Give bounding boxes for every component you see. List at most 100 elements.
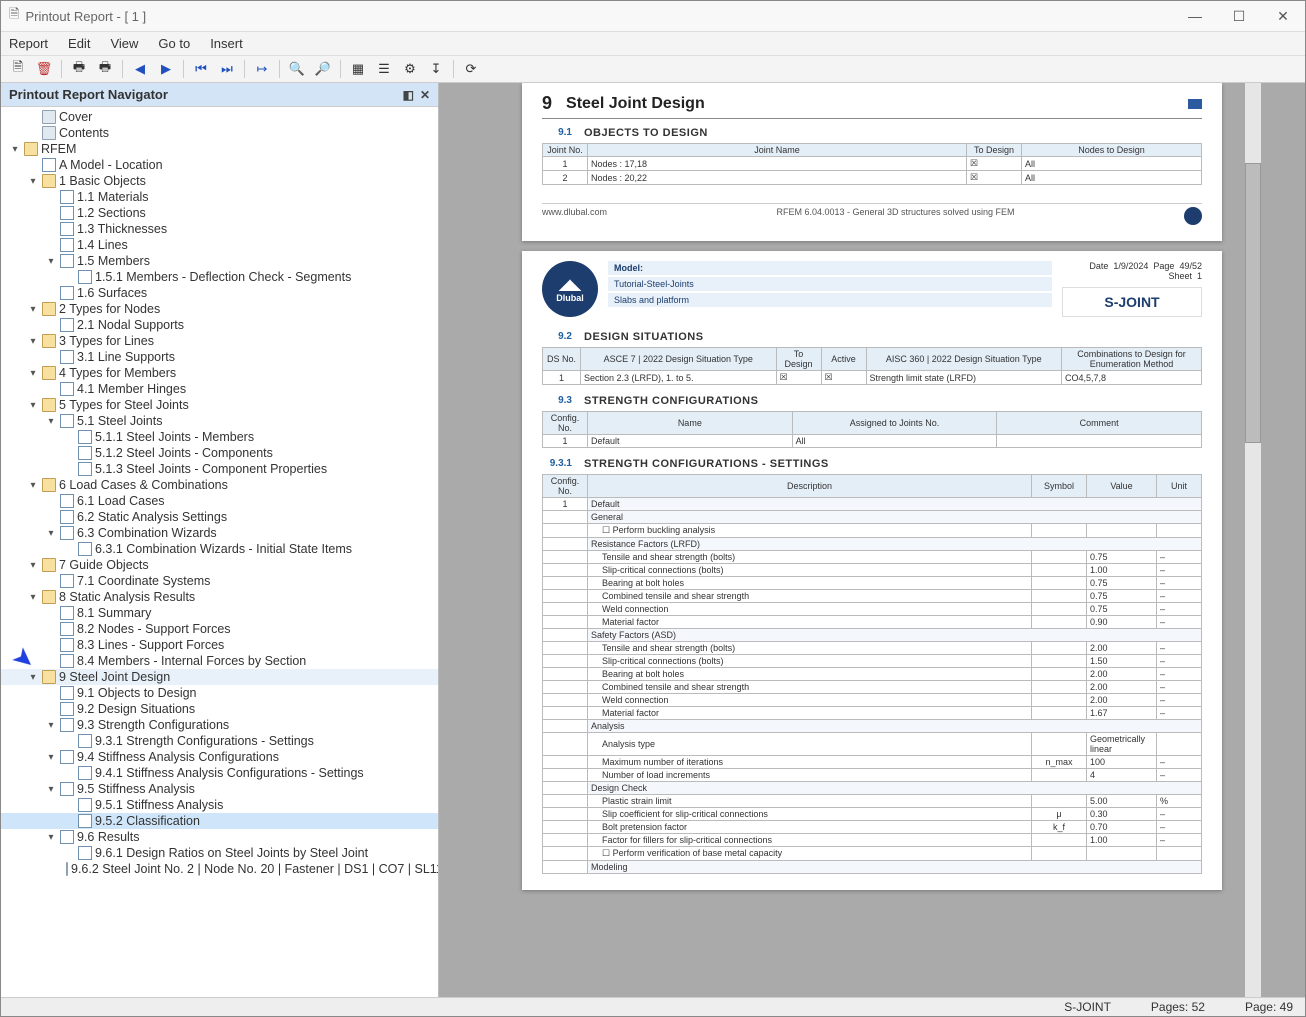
scrollbar[interactable] [1245,83,1261,997]
expand-icon[interactable]: ▾ [27,560,39,571]
tree-item[interactable]: 9.6.1 Design Ratios on Steel Joints by S… [1,845,438,861]
cell: Bolt pretension factor [588,821,1032,834]
tree-item[interactable]: 5.1.3 Steel Joints - Component Propertie… [1,461,438,477]
tree-item[interactable]: ▾RFEM [1,141,438,157]
tree-item[interactable]: ▾1 Basic Objects [1,173,438,189]
preview-area[interactable]: 9 Steel Joint Design 9.1OBJECTS TO DESIG… [439,83,1305,997]
tree-item[interactable]: 5.1.1 Steel Joints - Members [1,429,438,445]
expand-icon[interactable]: ▾ [27,176,39,187]
tree-item[interactable]: 9.5.2 Classification [1,813,438,829]
new-icon[interactable]: 🗎 [7,58,29,80]
table-icon [60,654,74,668]
tree-item[interactable]: ▾9.6 Results [1,829,438,845]
tree-item[interactable]: 8.4 Members - Internal Forces by Section [1,653,438,669]
select-icon[interactable]: ☰ [373,58,395,80]
prev-icon[interactable]: ◀ [129,58,151,80]
tree-item[interactable]: 9.5.1 Stiffness Analysis [1,797,438,813]
expand-icon[interactable]: ▾ [27,336,39,347]
tree-item[interactable]: ▾8 Static Analysis Results [1,589,438,605]
tree-item[interactable]: 1.1 Materials [1,189,438,205]
tree-item[interactable]: 8.3 Lines - Support Forces [1,637,438,653]
menu-insert[interactable]: Insert [210,36,243,51]
tree-item[interactable]: ▾9.4 Stiffness Analysis Configurations [1,749,438,765]
tree-item[interactable]: 9.4.1 Stiffness Analysis Configurations … [1,765,438,781]
expand-icon[interactable]: ▾ [45,720,57,731]
expand-icon[interactable]: ▾ [27,672,39,683]
tree-item[interactable]: 1.5.1 Members - Deflection Check - Segme… [1,269,438,285]
dock-icon[interactable]: ◧ [403,88,414,102]
refresh-icon[interactable]: ⟳ [460,58,482,80]
tree-item[interactable]: ▾5.1 Steel Joints [1,413,438,429]
expand-icon[interactable]: ▾ [27,480,39,491]
tree-item[interactable]: 4.1 Member Hinges [1,381,438,397]
menu-goto[interactable]: Go to [158,36,190,51]
last-icon[interactable]: ⏭ [216,58,238,80]
expand-icon[interactable]: ▾ [45,416,57,427]
tree-item[interactable]: ▾3 Types for Lines [1,333,438,349]
print-multi-icon[interactable]: 🖶 [94,58,116,80]
print-icon[interactable]: 🖶 [68,58,90,80]
tree-item[interactable]: 7.1 Coordinate Systems [1,573,438,589]
tree-item[interactable]: ▾ 7 Guide Objects [1,557,438,573]
tree-item[interactable]: 5.1.2 Steel Joints - Components [1,445,438,461]
tree-label: 5.1.1 Steel Joints - Members [95,430,254,444]
first-icon[interactable]: ⏮ [190,58,212,80]
close-panel-icon[interactable]: ✕ [420,88,430,102]
navigator-tree[interactable]: CoverContents▾RFEMA Model - Location▾1 B… [1,107,438,997]
tree-item[interactable]: ▾1.5 Members [1,253,438,269]
tree-item[interactable]: 8.1 Summary [1,605,438,621]
export-icon[interactable]: ↧ [425,58,447,80]
zoom-in-icon[interactable]: 🔍 [286,58,308,80]
page-layout-icon[interactable]: ▦ [347,58,369,80]
expand-icon[interactable]: ▾ [9,144,21,155]
tree-item[interactable]: ▾6.3 Combination Wizards [1,525,438,541]
tree-item[interactable]: 6.3.1 Combination Wizards - Initial Stat… [1,541,438,557]
tree-item[interactable]: ▾5 Types for Steel Joints [1,397,438,413]
tree-item[interactable]: 6.2 Static Analysis Settings [1,509,438,525]
tree-item[interactable]: 1.3 Thicknesses [1,221,438,237]
next-icon[interactable]: ▶ [155,58,177,80]
expand-icon[interactable]: ▾ [45,528,57,539]
expand-icon[interactable]: ▾ [45,256,57,267]
maximize-button[interactable]: ☐ [1225,8,1253,25]
tree-item[interactable]: 1.2 Sections [1,205,438,221]
expand-icon[interactable]: ▾ [45,752,57,763]
menu-view[interactable]: View [110,36,138,51]
minimize-button[interactable]: — [1181,8,1209,25]
tree-item[interactable]: 9.3.1 Strength Configurations - Settings [1,733,438,749]
expand-icon[interactable]: ▾ [45,832,57,843]
delete-icon[interactable]: 🗑 [33,58,55,80]
expand-icon[interactable]: ▾ [45,784,57,795]
settings-icon[interactable]: ⚙ [399,58,421,80]
tree-item[interactable]: ▾9.3 Strength Configurations [1,717,438,733]
close-button[interactable]: ✕ [1269,8,1297,25]
tree-item[interactable]: 2.1 Nodal Supports [1,317,438,333]
menu-report[interactable]: Report [9,36,48,51]
jump-icon[interactable]: ↦ [251,58,273,80]
tree-item[interactable]: Contents [1,125,438,141]
tree-item[interactable]: ▾9.5 Stiffness Analysis [1,781,438,797]
tree-item[interactable]: A Model - Location [1,157,438,173]
expand-icon[interactable]: ▾ [27,400,39,411]
zoom-out-icon[interactable]: 🔎 [312,58,334,80]
menu-edit[interactable]: Edit [68,36,90,51]
expand-icon[interactable]: ▾ [27,304,39,315]
tree-item[interactable]: 1.4 Lines [1,237,438,253]
tree-item[interactable]: 9.2 Design Situations [1,701,438,717]
tree-item[interactable]: Cover [1,109,438,125]
expand-icon[interactable]: ▾ [27,368,39,379]
tree-label: 7 Guide Objects [59,558,149,572]
tree-label: Cover [59,110,92,124]
tree-item[interactable]: 1.6 Surfaces [1,285,438,301]
tree-item[interactable]: ▾6 Load Cases & Combinations [1,477,438,493]
tree-item[interactable]: 6.1 Load Cases [1,493,438,509]
tree-item[interactable]: ▾4 Types for Members [1,365,438,381]
tree-item[interactable]: ▾9 Steel Joint Design [1,669,438,685]
tree-item[interactable]: 8.2 Nodes - Support Forces [1,621,438,637]
tree-item[interactable]: 9.1 Objects to Design [1,685,438,701]
tree-item[interactable]: ▾2 Types for Nodes [1,301,438,317]
tree-item[interactable]: 9.6.2 Steel Joint No. 2 | Node No. 20 | … [1,861,438,877]
scroll-thumb[interactable] [1245,163,1261,443]
expand-icon[interactable]: ▾ [27,592,39,603]
tree-item[interactable]: 3.1 Line Supports [1,349,438,365]
